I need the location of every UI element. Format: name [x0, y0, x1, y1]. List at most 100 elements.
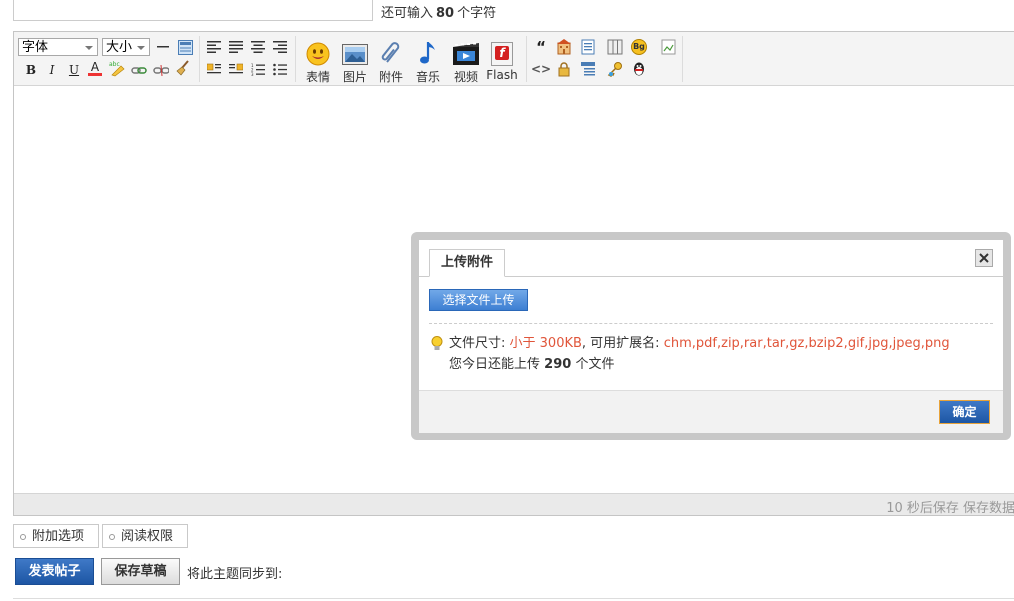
- ordered-list-button[interactable]: 123: [249, 60, 267, 78]
- extra-options-button[interactable]: 附加选项: [13, 524, 99, 548]
- float-right-icon: [229, 63, 243, 74]
- toolbar-separator: [199, 36, 200, 82]
- highlight-pen-icon: abc: [109, 61, 125, 77]
- flash-icon: f: [491, 42, 513, 66]
- chevron-down-icon: [137, 46, 145, 50]
- editor-toolbar: 字体 大小 B I U A abc 123 表情 图片 附件 音乐 视频 f F…: [14, 32, 1014, 86]
- dashed-divider: [429, 323, 993, 324]
- broken-image-icon: [661, 39, 676, 55]
- subject-input[interactable]: [13, 0, 373, 21]
- dialog-close-button[interactable]: [975, 249, 993, 267]
- align-justify-button[interactable]: [249, 38, 267, 56]
- index-button[interactable]: [579, 60, 597, 78]
- remaining-suffix: 个文件: [575, 357, 615, 372]
- qq-penguin-icon: [634, 62, 644, 76]
- sync-label: 将此主题同步到:: [187, 567, 283, 582]
- remaining-value: 290: [544, 357, 572, 372]
- select-file-upload-button[interactable]: 选择文件上传: [429, 289, 528, 311]
- table-button[interactable]: [176, 38, 194, 56]
- dialog-tab-bar: 上传附件: [419, 240, 1003, 277]
- video-label: 视频: [453, 70, 478, 84]
- font-color-button[interactable]: A: [86, 59, 104, 77]
- upload-dialog-frame: 上传附件 选择文件上传 文件尺寸: 小于 300KB, 可用扩展名: chm,p…: [411, 232, 1011, 440]
- align-left-icon: [207, 41, 221, 53]
- ext-value: chm,pdf,zip,rar,tar,gz,bzip2,gif,jpg,jpe…: [663, 336, 950, 351]
- password-button[interactable]: [606, 60, 624, 78]
- float-left-button[interactable]: [205, 60, 223, 78]
- unordered-list-icon: [273, 63, 287, 75]
- toolbar-separator: [682, 36, 683, 82]
- horizontal-rule-icon: [157, 46, 169, 48]
- lock-button[interactable]: [555, 60, 573, 78]
- size-label: 文件尺寸:: [449, 336, 506, 351]
- remaining-line: 您今日还能上传 290 个文件: [431, 354, 950, 375]
- spellcheck-button[interactable]: abc: [108, 59, 126, 77]
- editor-status-bar: 10 秒后保存 保存数据: [14, 493, 1014, 516]
- attachment-button[interactable]: 附件: [373, 38, 409, 84]
- font-size-select-label: 大小: [106, 40, 133, 55]
- columns-icon: [607, 39, 623, 55]
- upload-dialog: 上传附件 选择文件上传 文件尺寸: 小于 300KB, 可用扩展名: chm,p…: [419, 240, 1003, 433]
- bullet-icon: [109, 533, 115, 540]
- page-break-button[interactable]: [579, 38, 597, 56]
- broken-image-button[interactable]: [660, 38, 678, 56]
- align-center-button[interactable]: [227, 38, 245, 56]
- counter-value: 80: [436, 6, 455, 21]
- align-left-button[interactable]: [205, 38, 223, 56]
- toolbar-separator: [526, 36, 527, 82]
- qq-button[interactable]: [630, 60, 648, 78]
- italic-button[interactable]: I: [43, 61, 61, 79]
- tab-upload-attachment[interactable]: 上传附件: [429, 249, 505, 277]
- read-permission-button[interactable]: 阅读权限: [102, 524, 188, 548]
- bold-button[interactable]: B: [22, 61, 40, 79]
- clear-format-button[interactable]: [174, 59, 192, 77]
- save-draft-button[interactable]: 保存草稿: [101, 558, 180, 585]
- image-icon: [342, 44, 368, 65]
- video-button[interactable]: 视频: [448, 38, 484, 84]
- broom-icon: [176, 60, 189, 76]
- smiley-icon: [306, 42, 330, 66]
- align-right-button[interactable]: [271, 38, 289, 56]
- unordered-list-button[interactable]: [271, 60, 289, 78]
- columns-button[interactable]: [606, 38, 624, 56]
- music-label: 音乐: [415, 70, 440, 84]
- float-right-button[interactable]: [227, 60, 245, 78]
- file-size-line: 文件尺寸: 小于 300KB, 可用扩展名: chm,pdf,zip,rar,t…: [431, 333, 950, 354]
- code-button[interactable]: <>: [531, 60, 551, 78]
- chevron-down-icon: [85, 46, 93, 50]
- post-thread-button[interactable]: 发表帖子: [15, 558, 94, 585]
- horizontal-rule-button[interactable]: [154, 38, 172, 56]
- color-bar-icon: [88, 72, 102, 76]
- toolbar-separator: [295, 36, 296, 82]
- font-family-select[interactable]: 字体: [18, 38, 98, 56]
- unlink-button[interactable]: [152, 61, 170, 79]
- upload-info: 文件尺寸: 小于 300KB, 可用扩展名: chm,pdf,zip,rar,t…: [431, 333, 950, 375]
- confirm-button[interactable]: 确定: [939, 400, 990, 424]
- bg-badge-icon: Bg: [631, 39, 647, 55]
- read-permission-label: 阅读权限: [121, 529, 174, 544]
- flash-label: Flash: [486, 68, 518, 82]
- table-icon: [177, 39, 193, 55]
- font-size-select[interactable]: 大小: [102, 38, 150, 56]
- image-button[interactable]: 图片: [337, 38, 373, 84]
- close-icon: [979, 253, 989, 263]
- align-center-icon: [229, 41, 243, 53]
- emoticon-label: 表情: [305, 70, 330, 84]
- page-icon: [581, 39, 595, 55]
- underline-button[interactable]: U: [65, 61, 83, 79]
- lock-icon: [558, 62, 570, 77]
- hide-button[interactable]: [555, 38, 573, 56]
- lightbulb-icon: [431, 336, 443, 350]
- ext-label: , 可用扩展名:: [581, 336, 660, 351]
- flash-button[interactable]: f Flash: [484, 38, 520, 84]
- dialog-footer: 确定: [419, 390, 1003, 433]
- attachment-label: 附件: [378, 70, 403, 84]
- background-button[interactable]: Bg: [630, 38, 648, 56]
- quote-button[interactable]: “: [532, 38, 550, 56]
- link-button[interactable]: [130, 61, 148, 79]
- music-button[interactable]: 音乐: [410, 38, 446, 84]
- ordered-list-icon: 123: [251, 63, 265, 76]
- emoticon-button[interactable]: 表情: [300, 38, 336, 84]
- counter-suffix: 个字符: [457, 6, 497, 21]
- align-right-icon: [273, 41, 287, 53]
